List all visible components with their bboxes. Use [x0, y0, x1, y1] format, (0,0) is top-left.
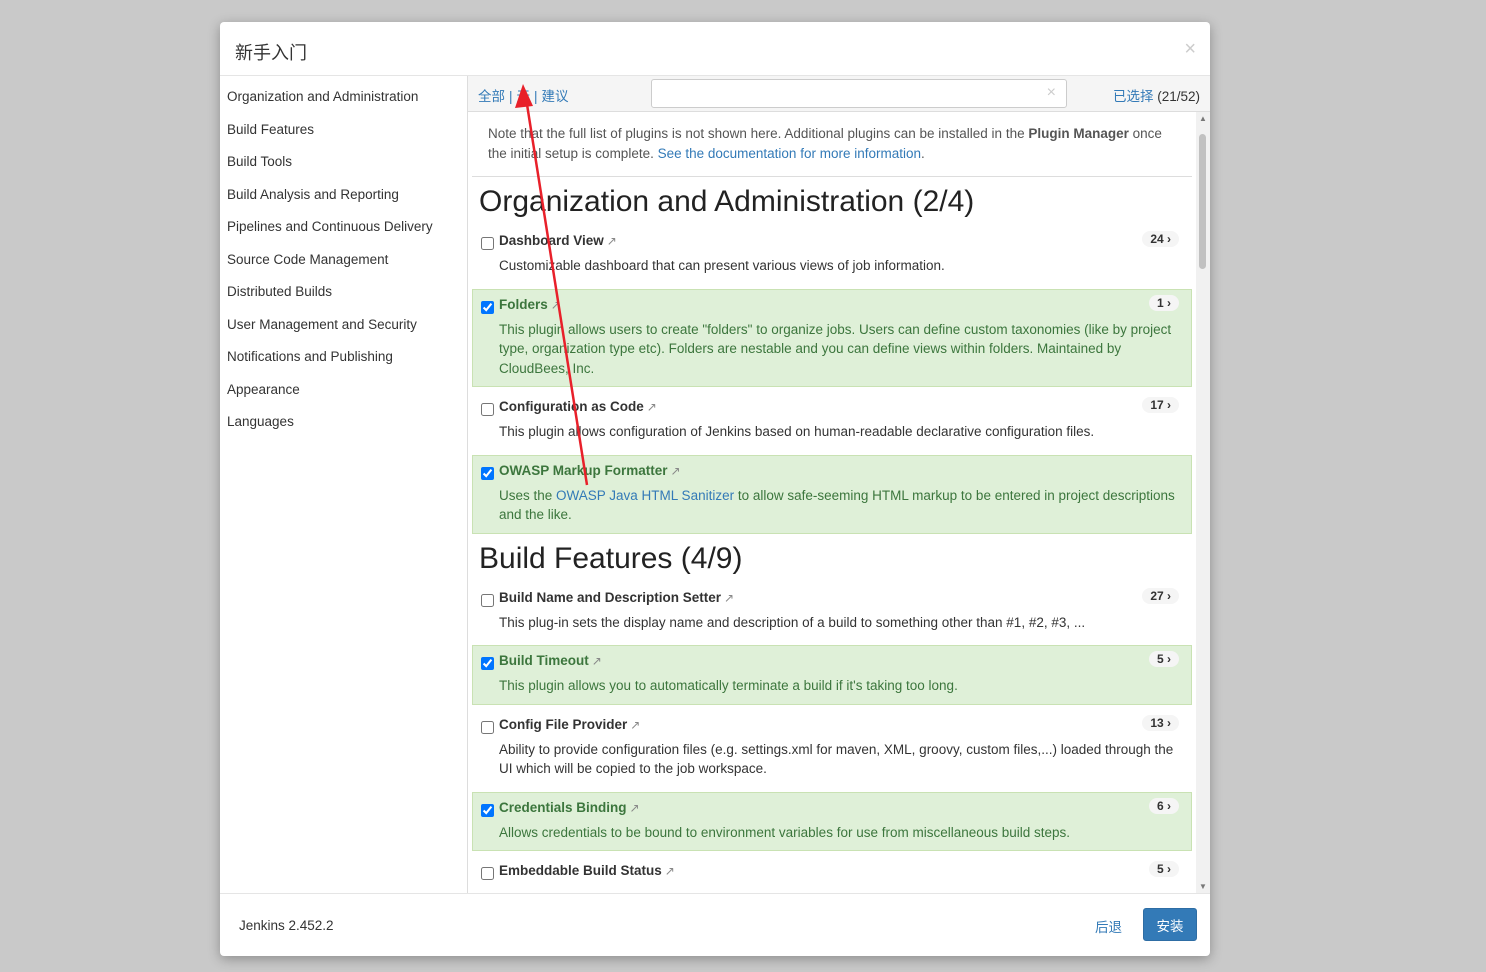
selected-link[interactable]: 已选择: [1113, 89, 1154, 104]
plugin-checkbox[interactable]: [481, 300, 494, 314]
dependency-count-badge[interactable]: 13 ›: [1142, 714, 1179, 731]
dependency-count-badge[interactable]: 5 ›: [1148, 651, 1179, 667]
plugin-description: Allows credentials to be bound to enviro…: [499, 824, 1071, 840]
plugin-checkbox[interactable]: [481, 593, 494, 607]
external-link-icon[interactable]: ↗: [671, 464, 681, 478]
plugin-description: This plugin allows you to automatically …: [499, 678, 958, 693]
sidebar-item[interactable]: Build Features: [220, 118, 467, 151]
plugin-description: This plugin allows users to create "fold…: [499, 321, 1172, 376]
sidebar-item[interactable]: Appearance: [220, 378, 467, 411]
plugin-toolbar: 全部 | 无 | 建议 × 已选择 (21/52): [468, 76, 1210, 112]
sidebar-item[interactable]: Organization and Administration: [220, 85, 467, 118]
dependency-count-badge[interactable]: 1 ›: [1148, 294, 1179, 311]
note-text: Note that the full list of plugins is no…: [488, 126, 1029, 141]
separator: |: [534, 89, 538, 104]
note-bold: Plugin Manager: [1028, 126, 1129, 141]
plugin-item: OWASP Markup Formatter ↗ Uses the OWASP Ja…: [472, 454, 1192, 534]
plugin-name[interactable]: Build Timeout: [499, 653, 589, 668]
plugin-item: Build Name and Description Setter ↗ 27 › Th…: [472, 582, 1192, 642]
select-suggested-link[interactable]: 建议: [542, 89, 569, 104]
plugin-checkbox[interactable]: [481, 657, 494, 670]
plugin-description: This plug-in sets the display name and d…: [499, 614, 1086, 630]
external-link-icon[interactable]: ↗: [724, 591, 734, 605]
category-sidebar: Organization and Administration Build Fea…: [220, 76, 468, 893]
scrollbar[interactable]: ▲ ▼: [1196, 112, 1210, 893]
note-end: .: [921, 146, 925, 161]
external-link-icon[interactable]: ↗: [592, 654, 602, 668]
setup-wizard-dialog: 新手入门 × Organization and Administration Bu…: [220, 22, 1210, 956]
dialog-header: 新手入门 ×: [220, 22, 1210, 76]
plugin-note: Note that the full list of plugins is no…: [472, 112, 1192, 177]
plugin-item: Embeddable Build Status ↗ 5 ›: [472, 855, 1192, 887]
external-link-icon[interactable]: ↗: [665, 864, 675, 878]
plugin-item: Configuration as Code ↗ 17 › This plugin al…: [472, 391, 1192, 451]
plugin-description: Customizable dashboard that can present …: [499, 258, 945, 273]
selected-count: 已选择 (21/52): [1113, 85, 1200, 105]
plugin-list: Note that the full list of plugins is no…: [468, 112, 1196, 893]
dependency-count-badge[interactable]: 17 ›: [1142, 397, 1179, 413]
sidebar-item[interactable]: Pipelines and Continuous Delivery: [220, 215, 467, 248]
plugin-checkbox[interactable]: [481, 720, 494, 734]
install-button[interactable]: 安装: [1143, 908, 1197, 941]
external-link-icon[interactable]: ↗: [630, 718, 640, 732]
plugin-name[interactable]: Folders: [499, 297, 548, 312]
dependency-count-badge[interactable]: 27 ›: [1142, 587, 1179, 604]
sidebar-item[interactable]: Source Code Management: [220, 248, 467, 281]
plugin-item: Folders ↗ 1 › This plugin allows users to c…: [472, 288, 1192, 387]
plugin-checkbox[interactable]: [481, 403, 494, 416]
desc-link[interactable]: OWASP Java HTML Sanitizer: [556, 488, 734, 503]
sidebar-item[interactable]: Build Analysis and Reporting: [220, 183, 467, 216]
select-all-link[interactable]: 全部: [478, 89, 505, 104]
desc-text: Uses the: [499, 487, 557, 503]
plugin-name[interactable]: Credentials Binding: [499, 800, 627, 815]
plugin-panel: 全部 | 无 | 建议 × 已选择 (21/52) Note that the full…: [468, 76, 1210, 893]
selected-count-value: (21/52): [1157, 89, 1200, 104]
plugin-checkbox[interactable]: [481, 803, 494, 817]
plugin-description: Ability to provide configuration files (…: [499, 741, 1174, 777]
plugin-item: Config File Provider ↗ 13 › Ability to prov…: [472, 709, 1192, 788]
jenkins-version: Jenkins 2.452.2: [239, 918, 334, 933]
plugin-checkbox[interactable]: [481, 466, 494, 480]
select-none-link[interactable]: 无: [517, 89, 531, 104]
plugin-name[interactable]: Embeddable Build Status: [499, 863, 662, 878]
external-link-icon[interactable]: ↗: [551, 298, 561, 312]
documentation-link[interactable]: See the documentation for more informati…: [658, 146, 921, 161]
plugin-item: Dashboard View ↗ 24 › Customizable dashboar…: [472, 225, 1192, 285]
external-link-icon[interactable]: ↗: [607, 234, 617, 248]
plugin-checkbox[interactable]: [481, 237, 494, 250]
plugin-name[interactable]: OWASP Markup Formatter: [499, 463, 668, 478]
selection-filters: 全部 | 无 | 建议: [478, 85, 569, 105]
plugin-description: Uses the OWASP Java HTML Sanitizer to al…: [499, 486, 1183, 525]
plugin-item: Build Timeout ↗ 5 › This plugin allows you …: [472, 645, 1192, 705]
dependency-count-badge[interactable]: 24 ›: [1142, 231, 1179, 247]
back-button[interactable]: 后退: [1095, 916, 1122, 936]
external-link-icon[interactable]: ↗: [630, 801, 640, 815]
sidebar-item[interactable]: Build Tools: [220, 150, 467, 183]
separator: |: [509, 89, 513, 104]
plugin-description: This plugin allows configuration of Jenk…: [499, 424, 1095, 439]
plugin-name[interactable]: Configuration as Code: [499, 399, 644, 414]
category-heading: Organization and Administration (2/4): [479, 185, 975, 218]
close-icon[interactable]: ×: [1184, 38, 1196, 61]
sidebar-item[interactable]: User Management and Security: [220, 313, 467, 346]
sidebar-item[interactable]: Languages: [220, 410, 467, 443]
dependency-count-badge[interactable]: 5 ›: [1148, 861, 1179, 877]
sidebar-item[interactable]: Notifications and Publishing: [220, 345, 467, 378]
plugin-name[interactable]: Dashboard View: [499, 233, 604, 248]
plugin-checkbox[interactable]: [481, 867, 494, 880]
dependency-count-badge[interactable]: 6 ›: [1148, 797, 1179, 814]
dialog-title: 新手入门: [235, 43, 307, 63]
plugin-search-input[interactable]: ×: [651, 79, 1067, 108]
category-heading: Build Features (4/9): [479, 541, 743, 575]
plugin-name[interactable]: Build Name and Description Setter: [499, 590, 721, 605]
dialog-footer: Jenkins 2.452.2 后退 安装: [220, 893, 1210, 956]
clear-search-icon[interactable]: ×: [1047, 84, 1056, 102]
external-link-icon[interactable]: ↗: [647, 400, 657, 414]
plugin-item: Credentials Binding ↗ 6 › Allows credential…: [472, 791, 1192, 851]
plugin-name[interactable]: Config File Provider: [499, 717, 627, 732]
sidebar-item[interactable]: Distributed Builds: [220, 280, 467, 313]
